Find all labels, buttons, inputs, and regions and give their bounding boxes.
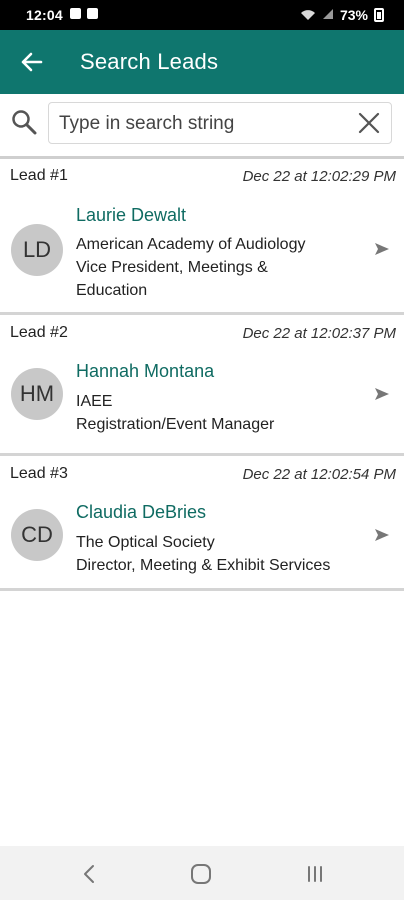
close-icon: [358, 112, 380, 134]
status-time: 12:04: [26, 7, 63, 23]
nav-back-button[interactable]: [82, 864, 96, 889]
back-button[interactable]: [18, 48, 46, 76]
lead-number: Lead #2: [10, 324, 68, 341]
lead-title-line1: Director, Meeting & Exhibit Services: [76, 557, 331, 574]
lead-number: Lead #3: [10, 465, 68, 482]
lead-header: Lead #2 Dec 22 at 12:02:37 PM: [0, 315, 404, 353]
status-right: 73%: [300, 7, 384, 23]
lead-name: Hannah Montana: [76, 361, 215, 381]
wifi-icon: [300, 9, 316, 21]
lead-organization: American Academy of Audiology: [76, 236, 306, 253]
search-field: [48, 102, 392, 145]
system-nav-bar: [0, 846, 404, 900]
lead-timestamp: Dec 22 at 12:02:37 PM: [242, 325, 396, 342]
clear-search-button[interactable]: [357, 111, 381, 135]
battery-icon: [374, 8, 384, 22]
gallery-icon: [87, 8, 98, 19]
status-bar: 12:04 73%: [0, 0, 404, 30]
lead-timestamp: Dec 22 at 12:02:29 PM: [242, 168, 396, 185]
search-icon[interactable]: [10, 108, 38, 136]
app-bar: Search Leads: [0, 30, 404, 94]
battery-percent: 73%: [339, 7, 368, 23]
chevron-right-icon: [375, 243, 389, 255]
lead-name: Laurie Dewalt: [76, 205, 187, 225]
lead-organization: The Optical Society: [76, 534, 215, 551]
search-input[interactable]: [49, 103, 351, 145]
signal-icon: [322, 7, 334, 23]
page-title: Search Leads: [80, 49, 219, 74]
notification-icons: [70, 8, 98, 19]
recent-apps-icon: [308, 866, 322, 882]
lead-header: Lead #3 Dec 22 at 12:02:54 PM: [0, 456, 404, 494]
lead-header: Lead #1 Dec 22 at 12:02:29 PM: [0, 158, 404, 196]
lead-number: Lead #1: [10, 167, 68, 184]
lead-title-line1: Vice President, Meetings &: [76, 259, 268, 276]
chevron-right-icon: [375, 529, 389, 541]
home-icon: [191, 864, 211, 884]
lead-title-line1: Registration/Event Manager: [76, 416, 275, 433]
lead-title-line2: Education: [76, 282, 148, 299]
lead-organization: IAEE: [76, 393, 113, 410]
notification-icon: [70, 8, 81, 19]
lead-timestamp: Dec 22 at 12:02:54 PM: [242, 466, 396, 483]
leads-list: Lead #1 Dec 22 at 12:02:29 PM LD Laurie …: [0, 158, 404, 591]
chevron-right-icon: [375, 388, 389, 400]
lead-item[interactable]: Lead #2 Dec 22 at 12:02:37 PM HM Hannah …: [0, 315, 404, 456]
chevron-left-icon: [84, 865, 94, 883]
avatar: HM: [11, 368, 63, 420]
search-bar: [0, 94, 404, 159]
lead-name: Claudia DeBries: [76, 502, 207, 522]
lead-item[interactable]: Lead #1 Dec 22 at 12:02:29 PM LD Laurie …: [0, 158, 404, 315]
avatar: LD: [11, 224, 63, 276]
lead-item[interactable]: Lead #3 Dec 22 at 12:02:54 PM CD Claudia…: [0, 456, 404, 591]
nav-recent-apps-button[interactable]: [305, 864, 325, 889]
avatar: CD: [11, 509, 63, 561]
back-arrow-icon: [21, 52, 43, 72]
nav-home-button[interactable]: [190, 863, 212, 890]
